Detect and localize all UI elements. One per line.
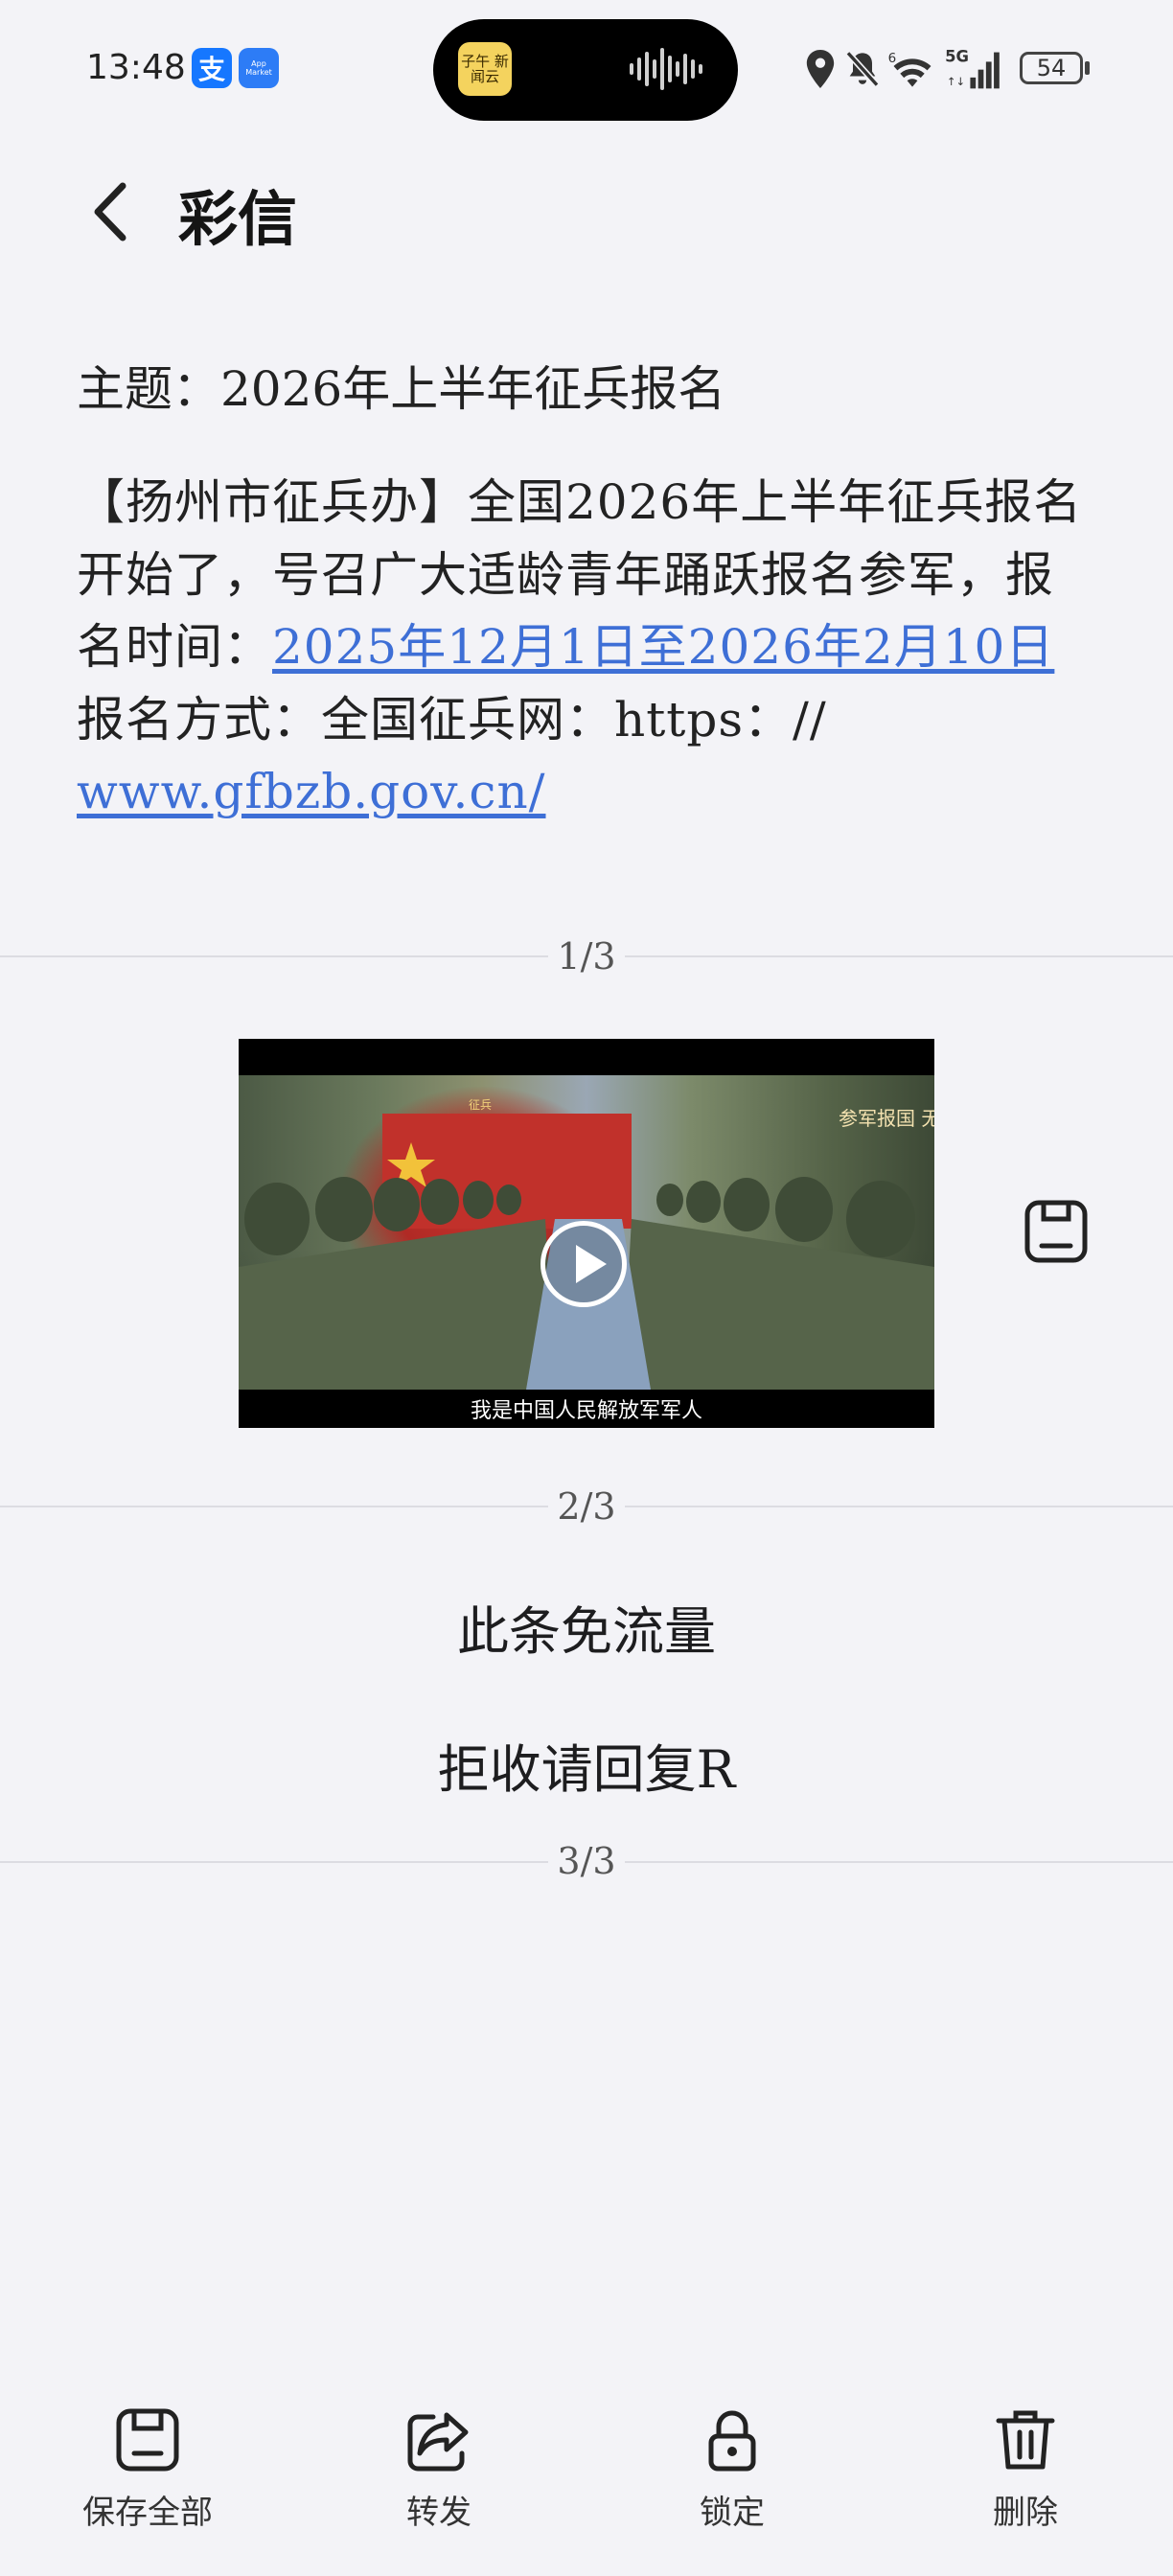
lock-label: 锁定 (700, 2494, 765, 2532)
date-link[interactable]: 2025年12月1日至2026年2月10日 (272, 619, 1054, 675)
unsubscribe-text: 拒收请回复R (437, 1739, 736, 1800)
svg-text:↑↓: ↑↓ (947, 75, 965, 88)
audio-waveform-icon (630, 48, 702, 90)
lock-button[interactable]: 锁定 (646, 2405, 818, 2533)
delete-label: 删除 (993, 2494, 1058, 2532)
battery-tip (1085, 61, 1090, 75)
wifi-icon: 6 (888, 51, 932, 87)
video-logo: 参军报国 无上光荣 (839, 1107, 934, 1130)
save-icon[interactable] (1023, 1198, 1090, 1265)
save-all-button[interactable]: 保存全部 (61, 2405, 234, 2533)
forward-button[interactable]: 转发 (353, 2405, 525, 2533)
save-all-label: 保存全部 (82, 2494, 213, 2532)
mute-icon (845, 51, 880, 87)
share-icon (407, 2412, 469, 2472)
message-body: 【扬州市征兵办】全国2026年上半年征兵报名开始了，号召广大适龄青年踊跃报名参军… (77, 467, 1092, 829)
part-label-1: 1/3 (548, 935, 625, 978)
news-app-icon[interactable]: 子午 新闻云 (458, 42, 512, 96)
part-label-2: 2/3 (548, 1485, 625, 1528)
5g-signal-icon: 5G ↑↓ (945, 47, 1000, 89)
svg-text:5G: 5G (945, 47, 969, 65)
battery-icon: 54 (1020, 52, 1083, 84)
message-subject: 主题：2026年上半年征兵报名 (77, 361, 726, 417)
video-thumbnail: 参军报国 无上光荣 征兵 (239, 1075, 934, 1390)
play-icon (576, 1245, 607, 1283)
delete-button[interactable]: 删除 (939, 2405, 1112, 2533)
svg-text:6: 6 (888, 51, 897, 66)
forward-label: 转发 (406, 2494, 472, 2532)
lock-icon (708, 2410, 756, 2472)
free-traffic-text: 此条免流量 (457, 1601, 716, 1662)
location-icon (806, 50, 835, 88)
video-subtitle: 我是中国人民解放军军人 (239, 1390, 934, 1428)
message-body-middle: 报名方式：全国征兵网：https：// (77, 691, 827, 748)
app-market-icon: App Market (239, 48, 279, 88)
chevron-left-icon[interactable] (88, 180, 136, 243)
save-icon (116, 2408, 179, 2472)
video-player[interactable]: 参军报国 无上光荣 征兵 我是中国人民解放军军人 (239, 1039, 934, 1428)
url-link[interactable]: www.gfbzb.gov.cn/ (77, 764, 546, 819)
status-time: 13:48 (86, 48, 186, 87)
video-banner-text: 征兵 (469, 1098, 492, 1112)
alipay-icon: 支 (192, 48, 232, 88)
part-label-3: 3/3 (548, 1840, 625, 1882)
page-title: 彩信 (178, 184, 298, 254)
trash-icon (996, 2410, 1055, 2470)
